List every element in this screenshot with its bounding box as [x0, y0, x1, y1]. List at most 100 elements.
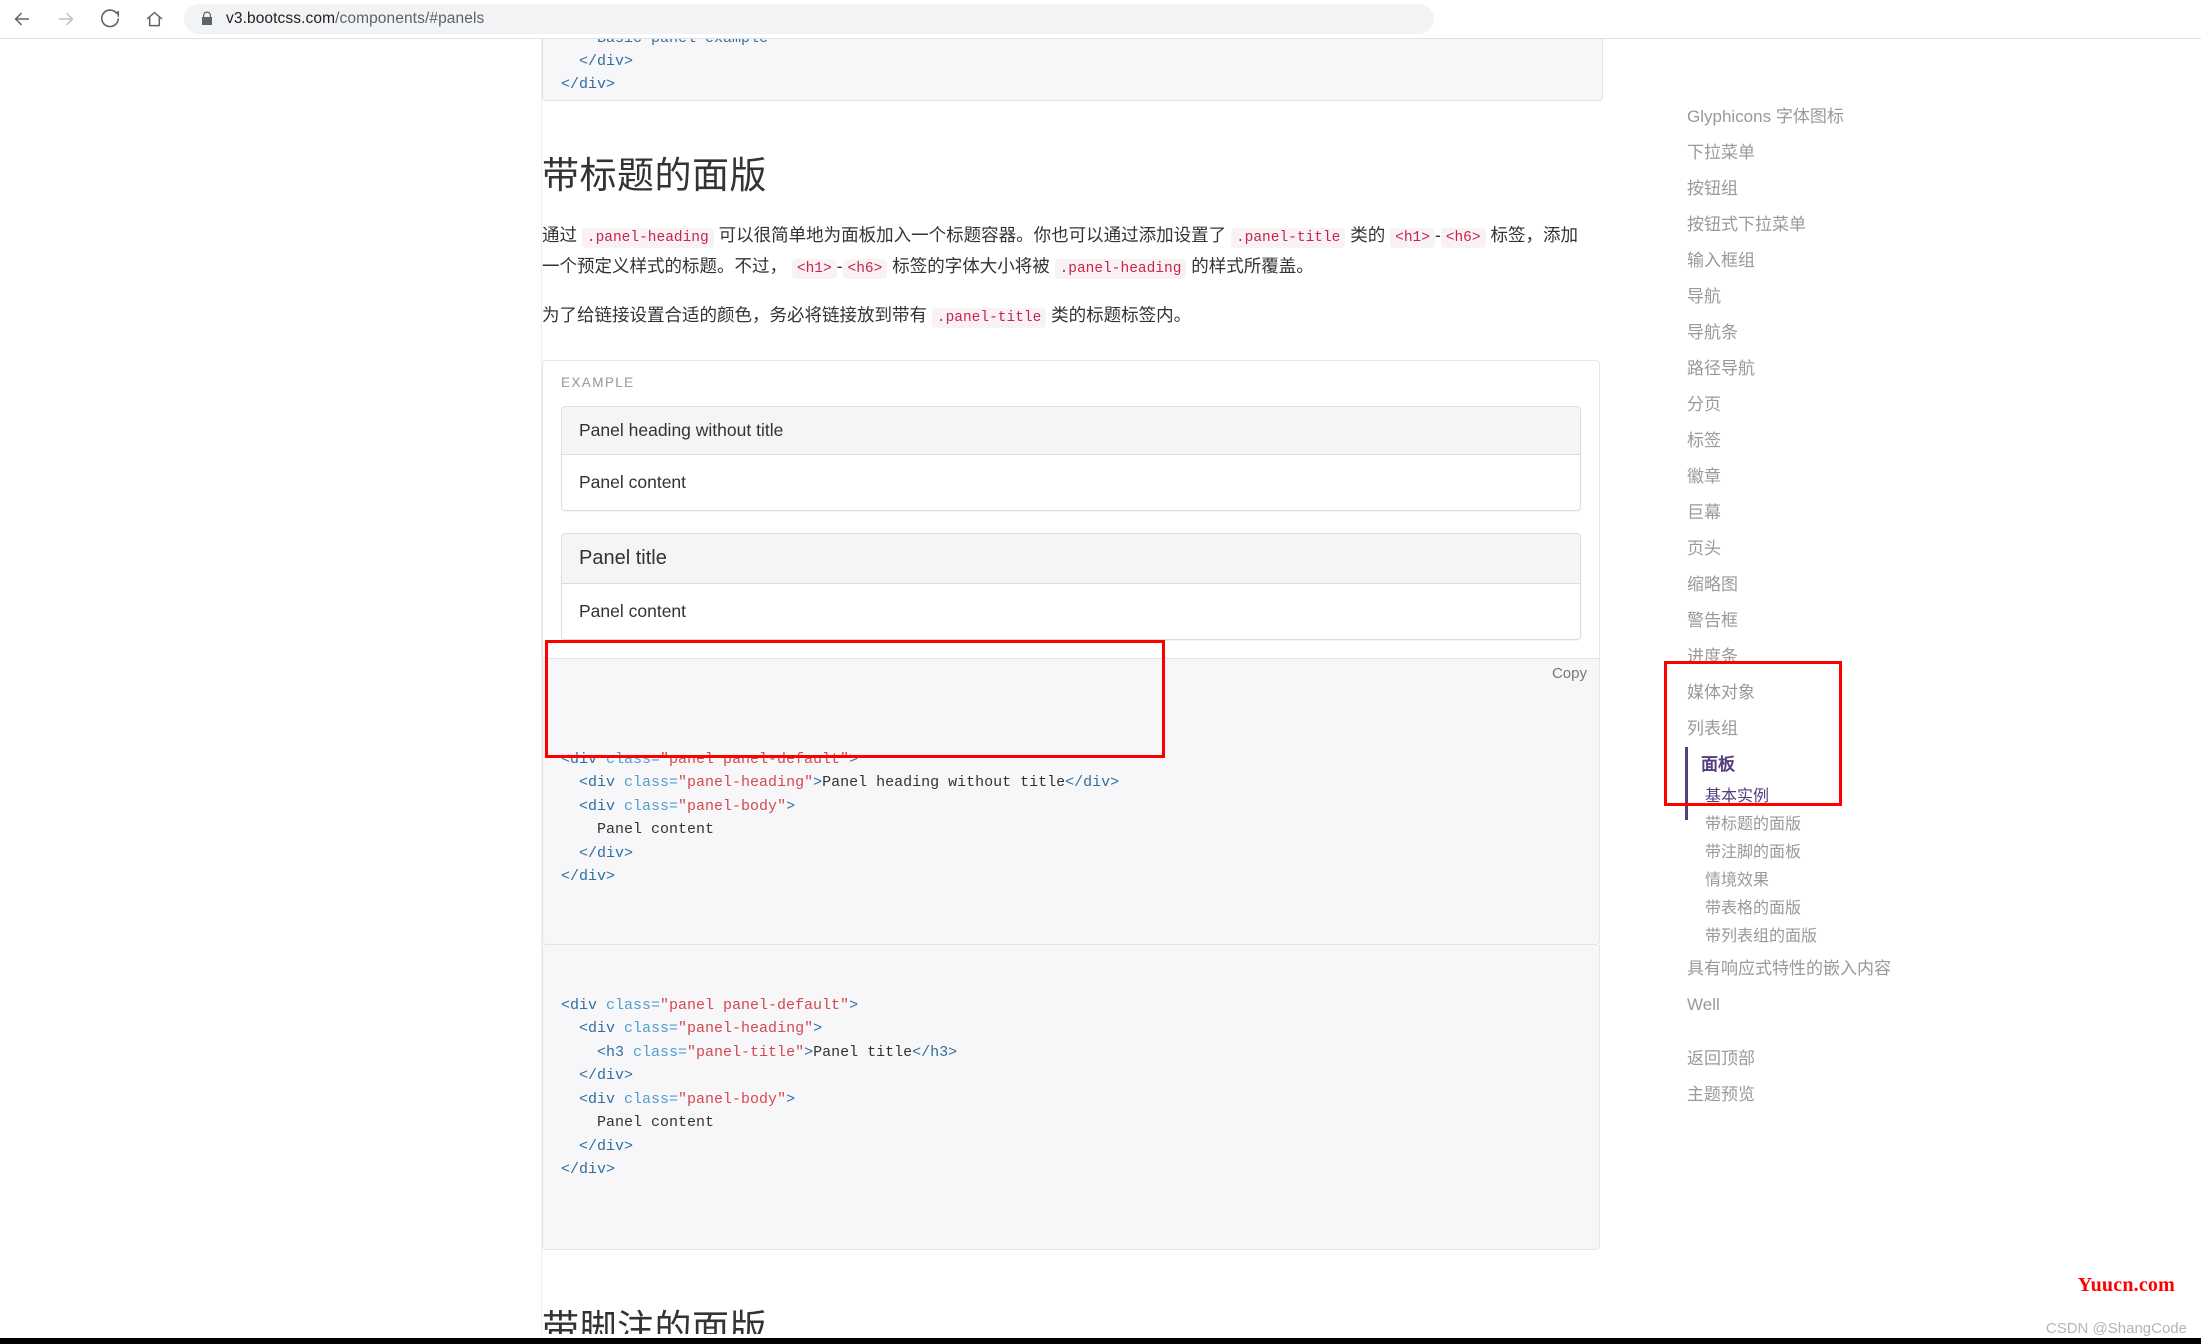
address-bar[interactable]: v3.bootcss.com/components/#panels: [184, 4, 1434, 34]
code-token: class=: [606, 997, 660, 1014]
code-token: class=: [633, 1044, 687, 1061]
para-text: 可以很简单地为面板加入一个标题容器。你也可以通过添加设置了: [719, 225, 1227, 245]
code-line: <div class="panel panel-default">: [561, 748, 1581, 772]
code-token: <div: [579, 1020, 624, 1037]
reload-icon: [99, 8, 121, 30]
code-token: "panel-body": [678, 1091, 786, 1108]
panel-body: Panel content: [562, 455, 1580, 510]
screen-bottom-bar: [0, 1338, 2201, 1344]
code-line: </div>: [561, 842, 1581, 866]
para-text: 为了给链接设置合适的颜色，务必将链接放到带有: [542, 305, 927, 325]
page-viewport: Basic panel example </div> </div> 带标题的面版…: [0, 38, 2201, 1334]
code-token: "panel-body": [678, 798, 786, 815]
code-line: <div class="panel-body">: [561, 795, 1581, 819]
panel-with-title: Panel title Panel content: [561, 533, 1581, 640]
code-token: class=: [606, 751, 660, 768]
code-h6-1: <h6>: [1441, 228, 1486, 248]
sidebar-item-13[interactable]: 缩略图: [1685, 567, 1985, 603]
code-token: >: [813, 774, 822, 791]
code-snippet-panel-title: <div class="panel panel-default"> <div c…: [542, 945, 1600, 1250]
sidebar-subitem-0[interactable]: 基本实例: [1687, 783, 1985, 811]
code-token: </div>: [561, 868, 615, 885]
code-token: </h3>: [912, 1044, 957, 1061]
sidebar-item-0[interactable]: Glyphicons 字体图标: [1685, 99, 1985, 135]
arrow-right-icon: [55, 8, 77, 30]
back-button[interactable]: [0, 0, 44, 38]
panel-heading: Panel heading without title: [562, 407, 1580, 455]
sidebar-subitem-4[interactable]: 带表格的面版: [1687, 895, 1985, 923]
code-token: </div>: [579, 1067, 633, 1084]
code-token: "panel panel-default": [660, 751, 849, 768]
sidebar-item-1[interactable]: 下拉菜单: [1685, 135, 1985, 171]
code-token: "panel-heading": [678, 774, 813, 791]
code-token: >: [849, 751, 858, 768]
sidebar-item-6[interactable]: 导航条: [1685, 315, 1985, 351]
sidebar-item-4[interactable]: 输入框组: [1685, 243, 1985, 279]
code-token: </div>: [579, 1138, 633, 1155]
active-indicator-bar: [1685, 747, 1688, 820]
example-label: EXAMPLE: [561, 375, 635, 390]
home-button[interactable]: [132, 0, 176, 38]
arrow-left-icon: [11, 8, 33, 30]
panel-body: Panel content: [562, 584, 1580, 639]
sidebar-item-10[interactable]: 徽章: [1685, 459, 1985, 495]
code-block-top: Basic panel example </div> </div>: [542, 38, 1603, 101]
code-token: Panel heading without title: [822, 774, 1065, 791]
sidebar-item-5[interactable]: 导航: [1685, 279, 1985, 315]
code-line: <div class="panel-body">: [561, 1088, 1581, 1112]
sidebar-subitem-2[interactable]: 带注脚的面板: [1687, 839, 1985, 867]
code-token: class=: [624, 798, 678, 815]
code-line: Panel content: [561, 1111, 1581, 1135]
para-text: 标签的字体大小将被: [892, 256, 1050, 276]
home-icon: [144, 9, 165, 30]
sidebar-group-panels: 面板基本实例带标题的面版带注脚的面板情境效果带表格的面版带列表组的面版: [1685, 747, 1985, 951]
para-text: 的样式所覆盖。: [1191, 256, 1314, 276]
sidebar-item-after-0[interactable]: 具有响应式特性的嵌入内容: [1685, 951, 1985, 987]
sidebar-subitem-1[interactable]: 带标题的面版: [1687, 811, 1985, 839]
code-token: Panel title: [813, 1044, 912, 1061]
code-lines: <div class="panel panel-default"> <div c…: [561, 994, 1581, 1182]
sidebar-footer-item-0[interactable]: 返回顶部: [1685, 1041, 1985, 1077]
paragraph-link-color: 为了给链接设置合适的颜色，务必将链接放到带有 .panel-title 类的标题…: [542, 301, 1603, 332]
sidebar-item-16[interactable]: 媒体对象: [1685, 675, 1985, 711]
lock-icon: [200, 11, 214, 27]
code-token: Panel content: [597, 821, 714, 838]
sidebar-item-14[interactable]: 警告框: [1685, 603, 1985, 639]
code-line: <div class="panel-heading">Panel heading…: [561, 771, 1581, 795]
code-token: class=: [624, 1020, 678, 1037]
para-text: 类的: [1350, 225, 1385, 245]
sidebar-footer-item-1[interactable]: 主题预览: [1685, 1077, 1985, 1113]
code-h1-1: <h1>: [1390, 228, 1435, 248]
sidebar-subitem-5[interactable]: 带列表组的面版: [1687, 923, 1985, 951]
sidebar-items: Glyphicons 字体图标下拉菜单按钮组按钮式下拉菜单输入框组导航导航条路径…: [1685, 99, 1985, 1113]
code-token: >: [786, 1091, 795, 1108]
copy-button[interactable]: Copy: [1552, 665, 1587, 682]
watermark-yuucn: Yuucn.com: [2078, 1274, 2175, 1297]
sidebar-item-3[interactable]: 按钮式下拉菜单: [1685, 207, 1985, 243]
sidebar-item-8[interactable]: 分页: [1685, 387, 1985, 423]
sidebar-item-after-1[interactable]: Well: [1685, 987, 1985, 1023]
url-text: v3.bootcss.com/components/#panels: [226, 10, 484, 28]
sidebar-item-9[interactable]: 标签: [1685, 423, 1985, 459]
dash: -: [1435, 225, 1441, 245]
browser-toolbar: v3.bootcss.com/components/#panels: [0, 0, 2201, 38]
reload-button[interactable]: [88, 0, 132, 38]
sidebar-item-15[interactable]: 进度条: [1685, 639, 1985, 675]
sidebar-item-2[interactable]: 按钮组: [1685, 171, 1985, 207]
sidebar-item-11[interactable]: 巨幕: [1685, 495, 1985, 531]
forward-button[interactable]: [44, 0, 88, 38]
code-token: </div>: [1065, 774, 1119, 791]
para-text: 通过: [542, 225, 577, 245]
code-line: <div class="panel panel-default">: [561, 994, 1581, 1018]
sidebar-item-17[interactable]: 列表组: [1685, 711, 1985, 747]
code-token: "panel-heading": [678, 1020, 813, 1037]
code-token: class=: [624, 774, 678, 791]
sidebar-subitem-3[interactable]: 情境效果: [1687, 867, 1985, 895]
code-token: >: [786, 798, 795, 815]
sidebar-item-12[interactable]: 页头: [1685, 531, 1985, 567]
paragraph-titled-panel: 通过 .panel-heading 可以很简单地为面板加入一个标题容器。你也可以…: [542, 221, 1592, 283]
sidebar-item-7[interactable]: 路径导航: [1685, 351, 1985, 387]
url-domain: v3.bootcss.com: [226, 10, 335, 27]
sidebar-item-panels[interactable]: 面板: [1687, 747, 1985, 783]
code-h1-2: <h1>: [792, 259, 837, 279]
